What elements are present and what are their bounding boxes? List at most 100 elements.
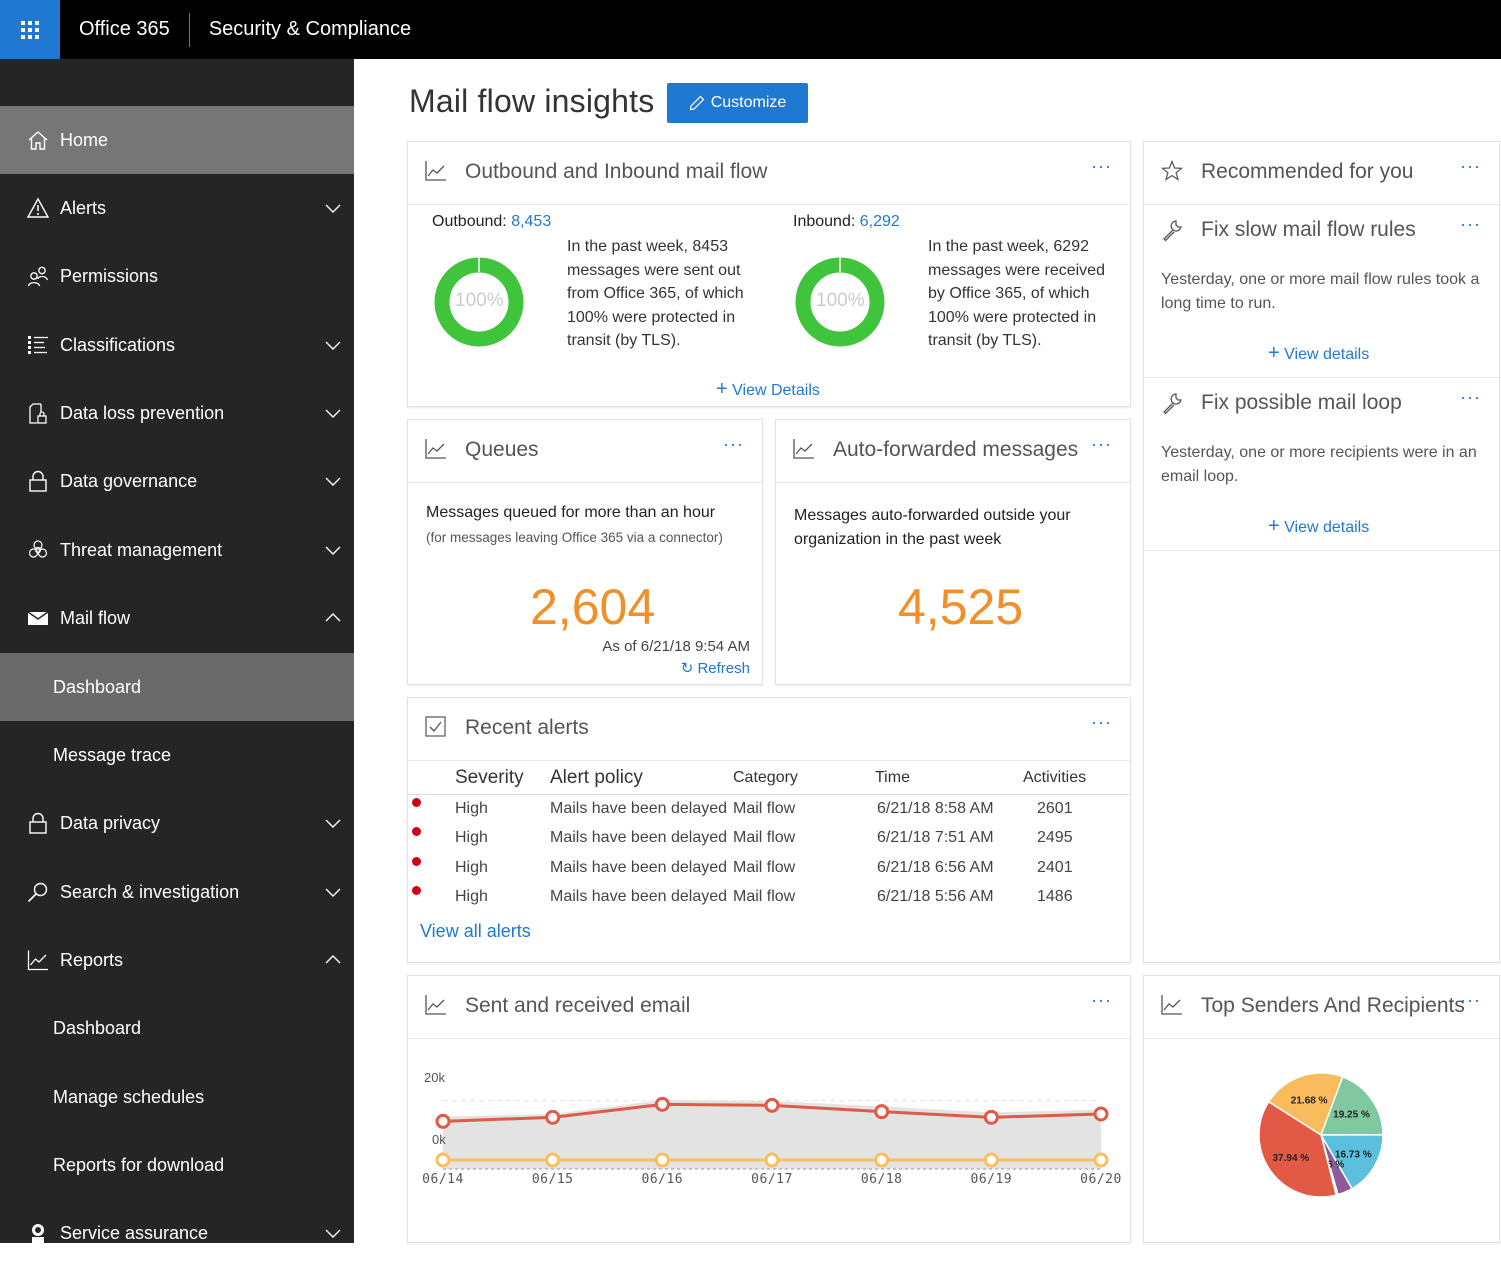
- card-title: Queues: [465, 438, 539, 461]
- sidebar-item-classifications[interactable]: Classifications: [0, 311, 354, 379]
- sidebar-item-data-governance[interactable]: Data governance: [0, 447, 354, 515]
- sidebar-item-permissions[interactable]: Permissions: [0, 242, 354, 310]
- biohazard-icon: [26, 538, 50, 562]
- refresh-icon: ↻: [680, 660, 694, 677]
- customize-button[interactable]: Customize: [667, 83, 808, 123]
- sidebar-item-data-privacy[interactable]: Data privacy: [0, 789, 354, 857]
- pencil-icon: [689, 95, 705, 111]
- chart-icon: [26, 948, 50, 972]
- column-header[interactable]: Time: [875, 762, 1023, 795]
- chevron-down-icon[interactable]: [324, 541, 342, 559]
- data-point: [874, 1152, 890, 1168]
- view-details-link[interactable]: + View details: [1268, 515, 1369, 538]
- chevron-down-icon[interactable]: [324, 1224, 342, 1242]
- severity-cell: High: [455, 800, 488, 817]
- sidebar-item-label: Reports for download: [53, 1154, 225, 1175]
- table-row[interactable]: High Mails have been delayed Mail flow 6/21…: [408, 824, 1130, 854]
- more-options-button[interactable]: ···: [1091, 156, 1112, 177]
- column-header[interactable]: Activities: [1023, 762, 1130, 795]
- plus-icon: +: [716, 378, 728, 400]
- chevron-down-icon[interactable]: [324, 814, 342, 832]
- recommended-card: Recommended for you ··· Fix slow mail fl…: [1143, 141, 1500, 963]
- inbound-description: In the past week, 6292 messages were rec…: [928, 238, 1105, 349]
- table-row[interactable]: High Mails have been delayed Mail flow 6/21…: [408, 883, 1130, 913]
- more-options-button[interactable]: ···: [1460, 387, 1481, 408]
- people-icon: [26, 264, 50, 288]
- sidebar-item-label: Data governance: [60, 470, 198, 491]
- view-details-link[interactable]: + View details: [1268, 342, 1369, 365]
- data-point: [435, 1113, 451, 1129]
- chevron-down-icon[interactable]: [324, 472, 342, 490]
- data-point: [983, 1152, 999, 1168]
- brand-name[interactable]: Office 365: [79, 18, 170, 41]
- outbound-count-link[interactable]: 8,453: [511, 213, 551, 230]
- sidebar-item-alerts[interactable]: Alerts: [0, 174, 354, 242]
- x-tick-label: 06/19: [971, 1172, 1013, 1187]
- more-options-button[interactable]: ···: [1460, 156, 1481, 177]
- chevron-down-icon[interactable]: [324, 336, 342, 354]
- plus-icon: +: [1268, 515, 1280, 537]
- sidebar-item-data-loss-prevention[interactable]: Data loss prevention: [0, 379, 354, 447]
- chevron-up-icon[interactable]: [324, 609, 342, 627]
- checkbox-icon: [425, 716, 446, 737]
- autoforward-heading: Messages auto-forwarded outside your org…: [794, 507, 1071, 548]
- page-title: Mail flow insights: [409, 83, 655, 119]
- as-of-timestamp: As of 6/21/18 9:54 AM: [602, 638, 750, 655]
- sidebar-item-reports-for-download[interactable]: Reports for download: [0, 1131, 354, 1199]
- time-cell: 6/21/18 7:51 AM: [877, 829, 994, 847]
- more-options-button[interactable]: ···: [1091, 434, 1112, 455]
- category-cell: Mail flow: [733, 858, 796, 876]
- star-icon: [1161, 160, 1183, 181]
- sidebar-item-dashboard[interactable]: Dashboard: [0, 994, 354, 1062]
- chevron-down-icon[interactable]: [324, 404, 342, 422]
- warning-icon: [26, 196, 50, 220]
- severity-cell: High: [455, 858, 488, 876]
- chevron-down-icon[interactable]: [324, 199, 342, 217]
- policy-cell: Mails have been delayed: [550, 858, 728, 876]
- app-launcher-button[interactable]: [0, 0, 60, 59]
- refresh-button[interactable]: ↻ Refresh: [681, 659, 750, 677]
- card-title: Auto-forwarded messages: [833, 438, 1079, 461]
- table-row[interactable]: High Mails have been delayed Mail flow 6/21…: [408, 853, 1130, 883]
- sidebar-item-home[interactable]: Home: [0, 106, 354, 174]
- pie-slice-label: 19.25 %: [1333, 1110, 1370, 1121]
- sidebar-item-label: Home: [60, 129, 109, 150]
- category-cell: Mail flow: [733, 829, 796, 847]
- table-row[interactable]: High Mails have been delayed Mail flow 6/21…: [408, 794, 1130, 824]
- sidebar-item-message-trace[interactable]: Message trace: [0, 721, 354, 789]
- more-options-button[interactable]: ···: [1091, 712, 1112, 733]
- outbound-percent: 100%: [455, 290, 504, 311]
- more-options-button[interactable]: ···: [1091, 990, 1112, 1011]
- chevron-up-icon[interactable]: [324, 951, 342, 969]
- sidebar-item-search-investigation[interactable]: Search & investigation: [0, 858, 354, 926]
- chevron-down-icon[interactable]: [324, 883, 342, 901]
- plus-icon: +: [1268, 342, 1280, 364]
- line-chart-icon: [425, 161, 446, 181]
- wrench-icon: [1163, 220, 1182, 242]
- sidebar: Home Alerts Permissions Classifications Data…: [0, 59, 354, 1243]
- sidebar-item-dashboard[interactable]: Dashboard: [0, 653, 354, 721]
- view-all-alerts-link[interactable]: View all alerts: [420, 921, 531, 942]
- outbound-summary: Outbound: 8,453: [432, 213, 551, 231]
- view-details-link[interactable]: + View Details: [716, 378, 820, 401]
- app-title[interactable]: Security & Compliance: [209, 18, 411, 41]
- inbound-count-link[interactable]: 6,292: [860, 213, 900, 230]
- sidebar-item-reports[interactable]: Reports: [0, 926, 354, 994]
- column-header[interactable]: Alert policy: [550, 762, 733, 795]
- line-chart-icon: [425, 995, 446, 1015]
- card-title: Sent and received email: [465, 994, 691, 1017]
- inbound-label: Inbound:: [793, 213, 856, 230]
- column-header[interactable]: Severity: [455, 762, 550, 795]
- sidebar-item-mail-flow[interactable]: Mail flow: [0, 584, 354, 652]
- more-options-button[interactable]: ···: [723, 434, 744, 455]
- more-options-button[interactable]: ···: [1460, 990, 1481, 1011]
- activities-cell: 2401: [1037, 858, 1073, 876]
- sidebar-item-service-assurance[interactable]: Service assurance: [0, 1199, 354, 1267]
- line-chart-icon: [425, 439, 446, 459]
- sidebar-item-threat-management[interactable]: Threat management: [0, 516, 354, 584]
- more-options-button[interactable]: ···: [1460, 214, 1481, 235]
- card-title: Top Senders And Recipients: [1201, 994, 1465, 1017]
- queues-subheading: (for messages leaving Office 365 via a c…: [426, 530, 723, 545]
- sidebar-item-manage-schedules[interactable]: Manage schedules: [0, 1063, 354, 1131]
- column-header[interactable]: Category: [733, 762, 875, 795]
